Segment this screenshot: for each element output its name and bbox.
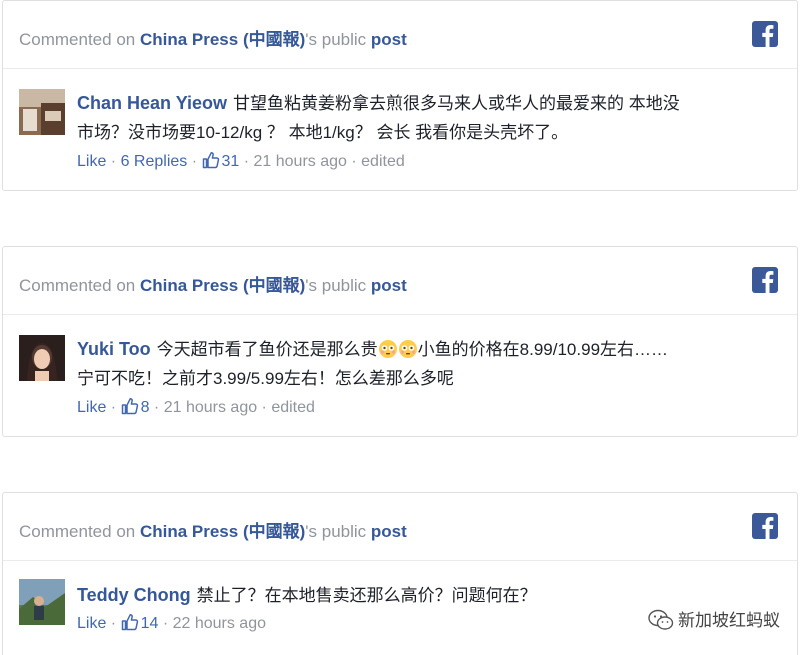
comment-author[interactable]: Teddy Chong [77,585,191,605]
like-link[interactable]: Like [77,399,106,416]
comment-meta: Like · 8 · 21 hours ago · edited [77,397,315,416]
page-link[interactable]: China Press (中國報) [140,522,305,541]
avatar[interactable] [19,579,65,625]
header-middle: 's public [305,276,371,295]
header-text: Commented on China Press (中國報)'s public … [19,25,407,50]
comment-body-line2: 宁可不吃！之前才3.99/5.99左右！怎么差那么多呢 [77,369,454,388]
header-text: Commented on China Press (中國報)'s public … [19,517,407,542]
header-middle: 's public [305,30,371,49]
reactions[interactable]: 14 [121,613,159,632]
header-middle: 's public [305,522,371,541]
header-prefix: Commented on [19,522,140,541]
comment-time[interactable]: 21 hours ago [164,399,257,416]
reaction-count: 8 [140,399,150,416]
card-header: Commented on China Press (中國報)'s public … [3,1,797,69]
watermark-text: 新加坡红蚂蚁 [678,611,780,630]
facebook-icon[interactable] [752,267,778,293]
reactions[interactable]: 31 [202,151,240,170]
avatar[interactable] [19,89,65,135]
facebook-icon[interactable] [752,21,778,47]
like-link[interactable]: Like [77,153,106,170]
post-link[interactable]: post [371,30,407,49]
reaction-count: 31 [221,153,240,170]
flushed-face-icon [378,340,397,358]
flushed-face-icon [398,340,417,358]
reaction-count: 14 [140,615,159,632]
thumbs-up-icon [121,397,138,415]
facebook-icon[interactable] [752,513,778,539]
header-prefix: Commented on [19,276,140,295]
comment-body-line1: 甘望鱼粘黄姜粉拿去煎很多马来人或华人的最爱来的 本地没 [233,94,680,113]
post-link[interactable]: post [371,522,407,541]
comment-card: Commented on China Press (中國報)'s public … [2,0,798,191]
comment-body: 禁止了？在本地售卖还那么高价？问题何在？ [196,586,537,605]
comment-author[interactable]: Chan Hean Yieow [77,93,227,113]
like-link[interactable]: Like [77,615,106,632]
comment-body-part2: 小鱼的价格在8.99/10.99左右…… [417,340,669,359]
post-link[interactable]: post [371,276,407,295]
edited-label: edited [361,153,405,170]
comment-text: Chan Hean Yieow 甘望鱼粘黄姜粉拿去煎很多马来人或华人的最爱来的 本… [77,89,782,147]
page-link[interactable]: China Press (中國報) [140,30,305,49]
thumbs-up-icon [121,613,138,631]
comment-meta: Like · 14 · 22 hours ago [77,613,266,632]
comment-time[interactable]: 22 hours ago [173,615,266,632]
comment-meta: Like · 6 Replies · 31 · 21 hours ago · e… [77,151,405,170]
replies-link[interactable]: 6 Replies [121,153,188,170]
comment-card: Commented on China Press (中國報)'s public … [2,246,798,437]
edited-label: edited [271,399,315,416]
comment-time[interactable]: 21 hours ago [254,153,347,170]
wechat-icon [648,609,674,630]
avatar[interactable] [19,335,65,381]
comment: Yuki Too 今天超市看了鱼价还是那么贵 小鱼的价格在8.99/10.99左右…… [3,315,797,435]
comment-author[interactable]: Yuki Too [77,339,151,359]
reactions[interactable]: 8 [121,397,150,416]
thumbs-up-icon [202,151,219,169]
card-header: Commented on China Press (中國報)'s public … [3,493,797,561]
comment: Chan Hean Yieow 甘望鱼粘黄姜粉拿去煎很多马来人或华人的最爱来的 本… [3,69,797,189]
header-prefix: Commented on [19,30,140,49]
comment-body-part1: 今天超市看了鱼价还是那么贵 [156,340,378,359]
watermark: 新加坡红蚂蚁 [648,606,780,631]
comment-body-line2: 市场？没市场要10-12/kg ？ 本地1/kg？ 会长 我看你是头壳坏了。 [77,123,569,142]
page-link[interactable]: China Press (中國報) [140,276,305,295]
comment-text: Yuki Too 今天超市看了鱼价还是那么贵 小鱼的价格在8.99/10.99左右…… [77,335,782,393]
header-text: Commented on China Press (中國報)'s public … [19,271,407,296]
card-header: Commented on China Press (中國報)'s public … [3,247,797,315]
